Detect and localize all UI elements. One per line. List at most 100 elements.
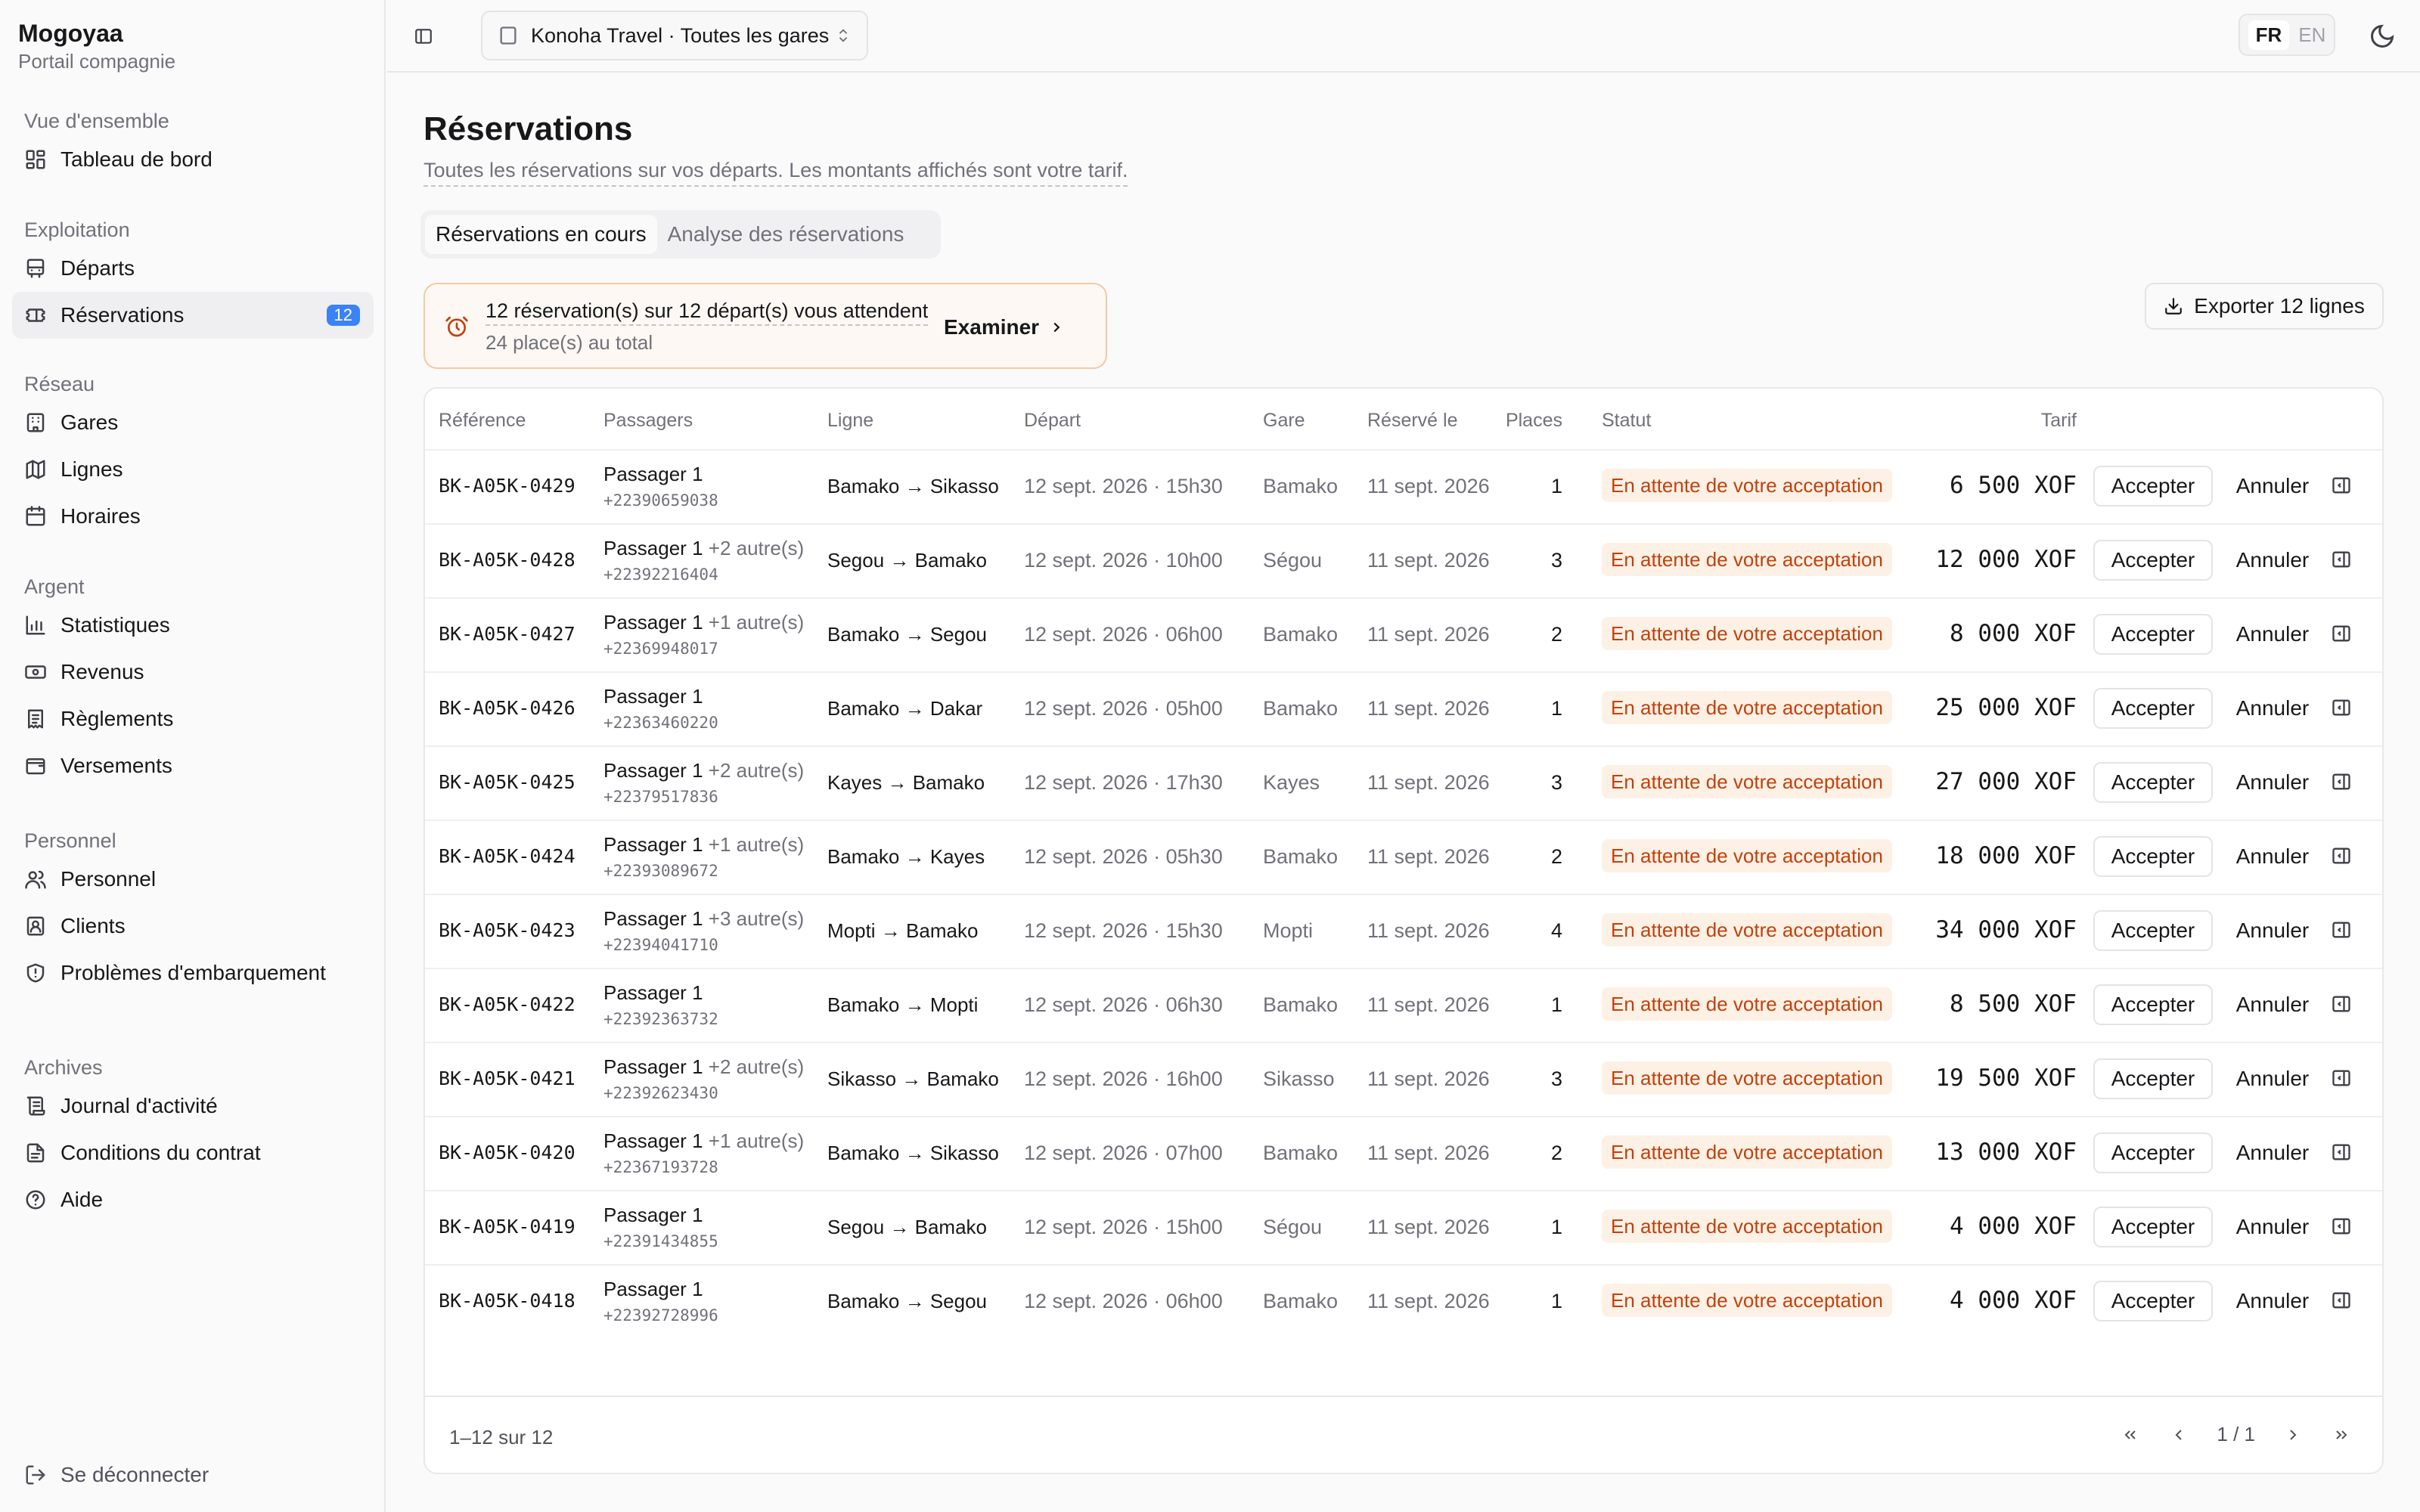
passenger-cell: Passager 1: [603, 685, 703, 708]
cancel-button[interactable]: Annuler: [2229, 910, 2316, 951]
status-badge: En attente de votre acceptation: [1602, 839, 1892, 872]
accept-button[interactable]: Accepter: [2093, 688, 2213, 729]
route-cell: Bamako → Sikasso: [827, 475, 999, 497]
details-panel-icon[interactable]: [2331, 1216, 2355, 1240]
details-panel-icon[interactable]: [2331, 475, 2355, 499]
passenger-name: Passager 1: [603, 685, 703, 708]
details-panel-icon[interactable]: [2331, 1290, 2355, 1314]
accept-button[interactable]: Accepter: [2093, 1281, 2213, 1321]
lang-en-button[interactable]: EN: [2298, 23, 2325, 47]
departure-cell: 12 sept. 2026 · 06h30: [1024, 993, 1223, 1016]
cancel-button[interactable]: Annuler: [2229, 984, 2316, 1025]
sidebar-item-revenus[interactable]: Revenus: [12, 649, 374, 696]
chevron-right-icon: [2290, 1429, 2297, 1440]
cancel-button[interactable]: Annuler: [2229, 1207, 2316, 1247]
reference-cell: BK-A05K-0419: [439, 1216, 576, 1238]
cancel-button[interactable]: Annuler: [2229, 614, 2316, 655]
chevrons-left-icon: [2124, 1430, 2136, 1439]
sidebar-item-clients[interactable]: Clients: [12, 903, 374, 950]
sidebar-item-horaires[interactable]: Horaires: [12, 493, 374, 540]
accept-button[interactable]: Accepter: [2093, 984, 2213, 1025]
reference-cell: BK-A05K-0428: [439, 549, 576, 571]
sidebar-item-label: Horaires: [60, 504, 141, 528]
cancel-button[interactable]: Annuler: [2229, 540, 2316, 581]
table-footer: 1–12 sur 12 1 / 1: [425, 1396, 2382, 1473]
route-cell: Bamako → Dakar: [827, 697, 983, 720]
accept-button[interactable]: Accepter: [2093, 1132, 2213, 1173]
accept-button[interactable]: Accepter: [2093, 836, 2213, 877]
header-tarif: Tarif: [2040, 410, 2077, 431]
sidebar-item-personnel[interactable]: Personnel: [12, 856, 374, 903]
sidebar-item-tableau-de-bord[interactable]: Tableau de bord: [12, 136, 374, 183]
brand-subtitle: Portail compagnie: [18, 50, 176, 73]
accept-button[interactable]: Accepter: [2093, 1058, 2213, 1099]
details-panel-icon[interactable]: [2331, 771, 2355, 795]
sidebar-item-journal-d-activite[interactable]: Journal d'activité: [12, 1083, 374, 1129]
examine-button[interactable]: Examiner: [944, 308, 1065, 346]
moon-icon[interactable]: [2369, 23, 2396, 50]
alert-title: 12 réservation(s) sur 12 départ(s) vous …: [486, 299, 929, 326]
cancel-button[interactable]: Annuler: [2229, 688, 2316, 729]
sidebar-item-reservations[interactable]: Réservations 12: [12, 292, 374, 339]
sidebar-item-problemes-d-embarquement[interactable]: Problèmes d'embarquement: [12, 950, 374, 996]
details-panel-icon[interactable]: [2331, 993, 2355, 1018]
status-badge: En attente de votre acceptation: [1602, 469, 1892, 502]
cancel-button[interactable]: Annuler: [2229, 762, 2316, 803]
sidebar-item-versements[interactable]: Versements: [12, 742, 374, 789]
sidebar-item-gares[interactable]: Gares: [12, 399, 374, 446]
sidebar-item-reglements[interactable]: Règlements: [12, 696, 374, 742]
nav-group: Réseau Gares Lignes Horaires: [12, 369, 374, 540]
nav-group-label: Personnel: [24, 829, 116, 852]
lang-fr-button[interactable]: FR: [2248, 20, 2290, 50]
sidebar-item-departs[interactable]: Départs: [12, 245, 374, 292]
accept-button[interactable]: Accepter: [2093, 466, 2213, 507]
tab-reservations-en-cours[interactable]: Réservations en cours: [425, 215, 657, 254]
route-cell: Bamako → Mopti: [827, 993, 979, 1016]
export-button[interactable]: Exporter 12 lignes: [2145, 283, 2384, 330]
sidebar-item-lignes[interactable]: Lignes: [12, 446, 374, 493]
accept-button[interactable]: Accepter: [2093, 540, 2213, 581]
prev-page-button[interactable]: [2168, 1424, 2189, 1445]
details-panel-icon[interactable]: [2331, 623, 2355, 647]
download-icon: [2165, 298, 2182, 314]
details-panel-icon[interactable]: [2331, 549, 2355, 573]
company-select[interactable]: Konoha Travel · Toutes les gares: [481, 11, 868, 60]
passenger-extra: +2 autre(s): [703, 1055, 805, 1078]
last-page-button[interactable]: [2331, 1424, 2352, 1445]
cancel-button[interactable]: Annuler: [2229, 466, 2316, 507]
chevron-left-icon: [2175, 1429, 2183, 1440]
details-panel-icon[interactable]: [2331, 1067, 2355, 1092]
table-row: BK-A05K-0424 Passager 1 +1 autre(s) +223…: [425, 820, 2382, 894]
cancel-button[interactable]: Annuler: [2229, 1132, 2316, 1173]
details-panel-icon[interactable]: [2331, 697, 2355, 721]
passenger-name: Passager 1: [603, 1204, 703, 1226]
details-panel-icon[interactable]: [2331, 845, 2355, 869]
reference-cell: BK-A05K-0423: [439, 919, 576, 941]
sidebar-item-statistiques[interactable]: Statistiques: [12, 602, 374, 649]
station-cell: Bamako: [1263, 623, 1339, 646]
route-cell: Segou → Bamako: [827, 1216, 988, 1238]
cancel-button[interactable]: Annuler: [2229, 1281, 2316, 1321]
accept-button[interactable]: Accepter: [2093, 762, 2213, 803]
first-page-button[interactable]: [2120, 1424, 2141, 1445]
details-panel-icon[interactable]: [2331, 919, 2355, 943]
accept-button[interactable]: Accepter: [2093, 614, 2213, 655]
station-cell: Mopti: [1263, 919, 1314, 942]
seats-cell: 3: [1550, 549, 1562, 572]
sidebar-item-label: Lignes: [60, 457, 123, 481]
logout-button[interactable]: Se déconnecter: [12, 1452, 374, 1498]
reference-cell: BK-A05K-0429: [439, 475, 576, 497]
sidebar-item-conditions-du-contrat[interactable]: Conditions du contrat: [12, 1129, 374, 1176]
accept-button[interactable]: Accepter: [2093, 1207, 2213, 1247]
route-cell: Bamako → Segou: [827, 1290, 988, 1312]
sidebar-toggle-button[interactable]: [410, 23, 437, 50]
next-page-button[interactable]: [2282, 1424, 2304, 1445]
details-panel-icon[interactable]: [2331, 1142, 2355, 1166]
alert-subtitle: 24 place(s) au total: [486, 331, 653, 354]
tab-analyse-reservations[interactable]: Analyse des réservations: [657, 215, 915, 254]
cancel-button[interactable]: Annuler: [2229, 1058, 2316, 1099]
route-cell: Segou → Bamako: [827, 549, 988, 572]
sidebar-item-aide[interactable]: Aide: [12, 1176, 374, 1223]
accept-button[interactable]: Accepter: [2093, 910, 2213, 951]
cancel-button[interactable]: Annuler: [2229, 836, 2316, 877]
